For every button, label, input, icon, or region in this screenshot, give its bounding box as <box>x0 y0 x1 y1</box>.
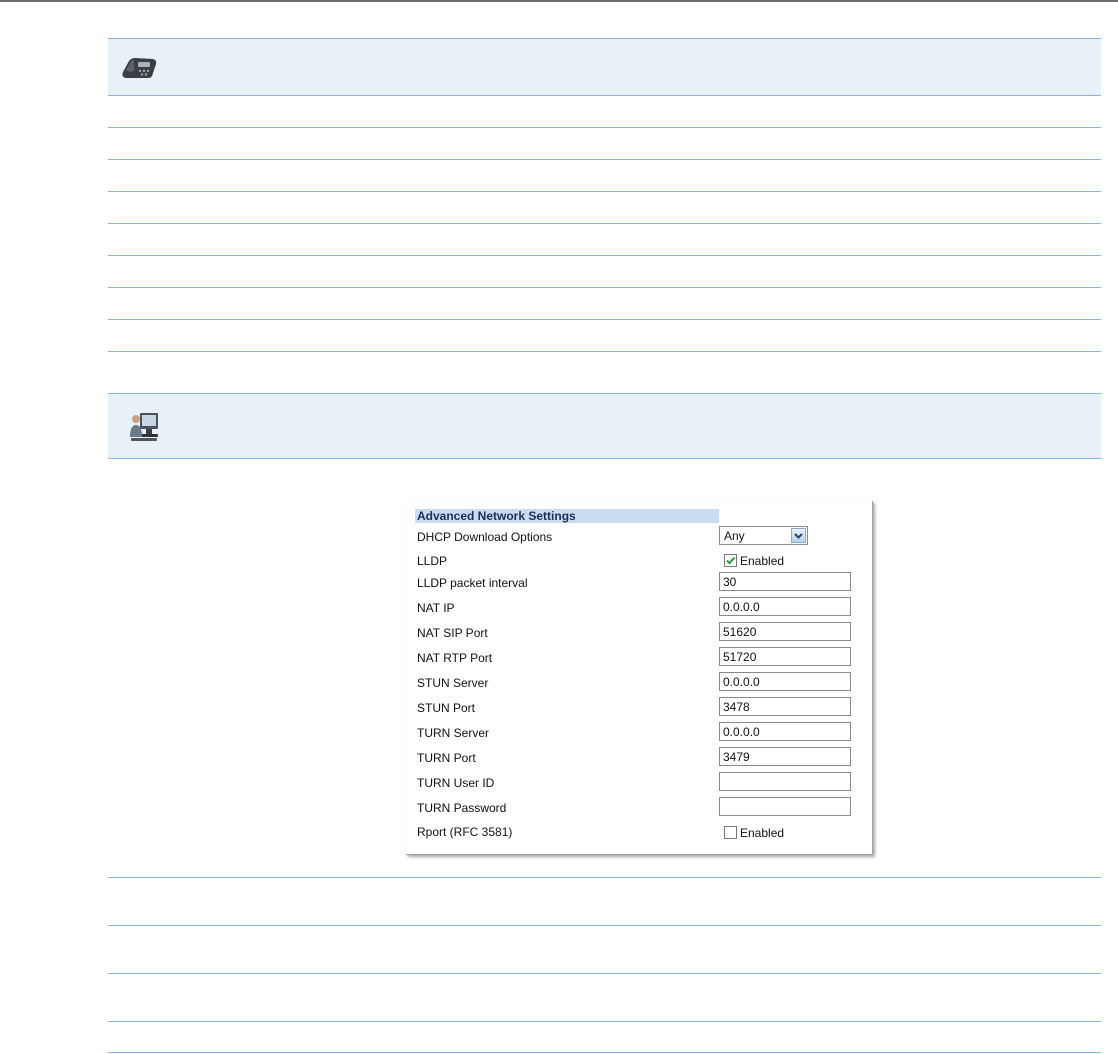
desk-phone-icon <box>122 58 157 78</box>
table-rule <box>108 95 1101 96</box>
table-rule <box>108 925 1101 926</box>
table-rule <box>108 319 1101 320</box>
panel-title: Advanced Network Settings <box>415 509 719 523</box>
page-top-rule <box>0 0 1118 2</box>
table-rule <box>108 223 1101 224</box>
turn-port-input[interactable] <box>719 747 851 766</box>
nat-ip-label: NAT IP <box>417 601 455 615</box>
rport-checkbox[interactable] <box>724 826 737 839</box>
turn-password-input[interactable] <box>719 797 851 816</box>
table-rule <box>108 38 1101 39</box>
lldp-checkbox[interactable] <box>724 554 737 567</box>
dhcp-download-options-select[interactable]: Any <box>719 526 808 545</box>
turn-server-label: TURN Server <box>417 726 490 740</box>
rport-label: Rport (RFC 3581) <box>417 825 513 839</box>
table-rule <box>108 973 1101 974</box>
lldp-enabled-label: Enabled <box>740 554 785 568</box>
table-rule <box>108 191 1101 192</box>
lldp-packet-interval-input[interactable] <box>719 572 851 591</box>
lldp-label: LLDP <box>417 554 448 568</box>
turn-user-id-input[interactable] <box>719 772 851 791</box>
turn-port-label: TURN Port <box>417 751 476 765</box>
turn-server-input[interactable] <box>719 722 851 741</box>
stun-server-label: STUN Server <box>417 676 489 690</box>
section-header-web-ui <box>108 394 1101 458</box>
computer-user-icon <box>130 413 158 441</box>
nat-sip-port-label: NAT SIP Port <box>417 626 488 640</box>
turn-user-id-label: TURN User ID <box>417 776 495 790</box>
nat-rtp-port-label: NAT RTP Port <box>417 651 493 665</box>
nat-rtp-port-input[interactable] <box>719 647 851 666</box>
table-rule <box>108 159 1101 160</box>
nat-sip-port-input[interactable] <box>719 622 851 641</box>
section-header-phone <box>108 39 1101 95</box>
table-rule <box>108 393 1101 394</box>
dhcp-download-options-label: DHCP Download Options <box>417 530 553 544</box>
rport-enabled-label: Enabled <box>740 826 785 840</box>
dhcp-download-options-value: Any <box>724 529 745 543</box>
turn-password-label: TURN Password <box>417 801 507 815</box>
table-rule <box>108 1021 1101 1022</box>
stun-server-input[interactable] <box>719 672 851 691</box>
table-rule <box>108 127 1101 128</box>
table-rule <box>108 255 1101 256</box>
table-rule <box>108 877 1101 878</box>
table-rule <box>108 351 1101 352</box>
lldp-packet-interval-label: LLDP packet interval <box>417 576 528 590</box>
nat-ip-input[interactable] <box>719 597 851 616</box>
table-rule <box>108 458 1101 459</box>
stun-port-label: STUN Port <box>417 701 476 715</box>
advanced-network-settings-panel: Advanced Network Settings DHCP Download … <box>406 501 873 855</box>
stun-port-input[interactable] <box>719 697 851 716</box>
table-rule <box>108 1052 1101 1053</box>
table-rule <box>108 287 1101 288</box>
chevron-down-icon[interactable] <box>791 528 806 543</box>
